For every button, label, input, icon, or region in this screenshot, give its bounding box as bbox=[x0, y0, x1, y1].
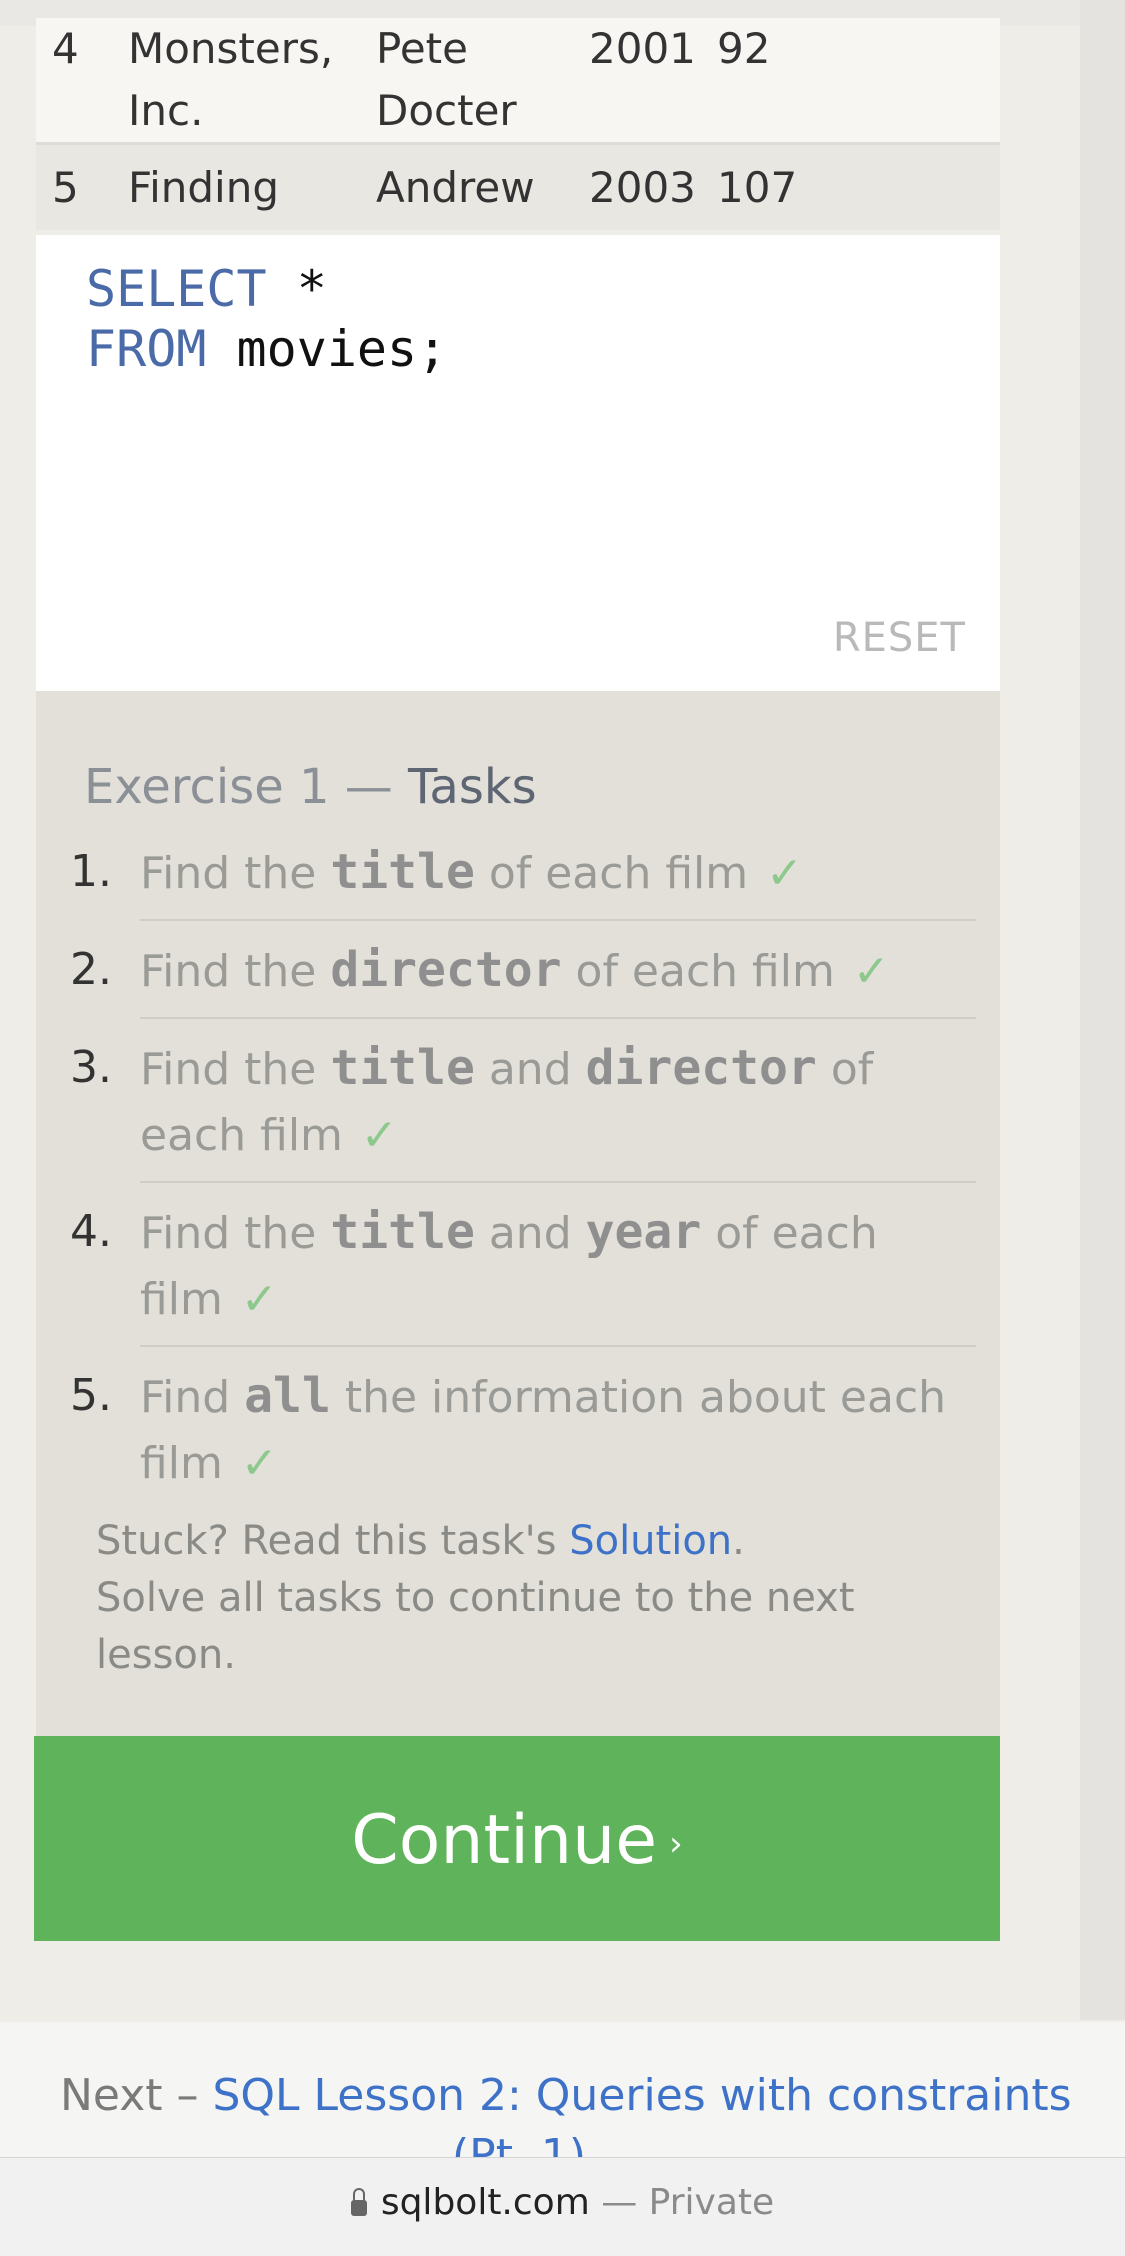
task-number: 1. bbox=[70, 846, 112, 897]
task-text: Find the bbox=[140, 848, 317, 899]
sql-keyword-select: SELECT bbox=[86, 260, 267, 318]
reset-button[interactable]: RESET bbox=[833, 615, 966, 661]
task-number: 5. bbox=[70, 1370, 112, 1421]
check-icon: ✓ bbox=[852, 946, 890, 997]
cell-director-line2: Docter bbox=[376, 86, 517, 135]
task-term: director bbox=[330, 942, 562, 998]
exercise-title: Exercise 1 — Tasks bbox=[84, 759, 537, 815]
check-icon: ✓ bbox=[360, 1110, 398, 1161]
task-term: title bbox=[330, 844, 475, 900]
cell-year: 2001 bbox=[589, 24, 696, 73]
list-item: 2. Find the director of each film ✓ bbox=[36, 937, 1000, 1019]
title-dash: — bbox=[329, 759, 409, 815]
cell-title: Monsters, Inc. bbox=[128, 18, 333, 142]
next-lesson-bar: Next – SQL Lesson 2: Queries with constr… bbox=[0, 2022, 1125, 2181]
next-lesson-link[interactable]: SQL Lesson 2: Queries with constraints bbox=[212, 2070, 1071, 2121]
chevron-right-icon: › bbox=[669, 1824, 683, 1865]
lock-icon bbox=[350, 2188, 367, 2216]
cell-length: 92 bbox=[717, 24, 771, 73]
url-domain: sqlbolt.com bbox=[380, 2182, 590, 2223]
browser-url-bar[interactable]: sqlbolt.com — Private bbox=[0, 2157, 1125, 2256]
task-list: 1. Find the title of each film ✓ 2. Find th… bbox=[36, 839, 1000, 1509]
table-row: 4 Monsters, Inc. Pete Docter 2001 92 bbox=[36, 18, 1000, 145]
check-icon: ✓ bbox=[766, 848, 804, 899]
sql-code[interactable]: SELECT * FROM movies; bbox=[86, 259, 447, 379]
next-prefix: Next – bbox=[60, 2070, 213, 2121]
task-term: all bbox=[244, 1368, 331, 1424]
sql-text: * bbox=[266, 260, 327, 318]
task-term: director bbox=[585, 1040, 817, 1096]
continue-button[interactable]: Continue › bbox=[34, 1736, 1000, 1941]
tasks-heading: Tasks bbox=[408, 759, 537, 815]
page-gutter bbox=[1080, 0, 1125, 2020]
private-label: Private bbox=[648, 2182, 775, 2223]
continue-label: Continue bbox=[351, 1801, 658, 1880]
task-text: of each film bbox=[488, 848, 749, 899]
sql-editor[interactable]: SELECT * FROM movies; RESET bbox=[36, 235, 1000, 691]
cell-id: 5 bbox=[52, 163, 79, 212]
cell-director: Pete Docter bbox=[376, 18, 517, 142]
solution-link[interactable]: Solution bbox=[569, 1518, 732, 1564]
sql-text: movies; bbox=[206, 320, 448, 378]
task-text: of each film bbox=[575, 946, 835, 997]
list-item: 3. Find the title and director of each film ✓ bbox=[36, 1035, 1000, 1183]
results-table: 4 Monsters, Inc. Pete Docter 2001 92 5 F… bbox=[36, 18, 1000, 238]
url-dash: — bbox=[589, 2182, 649, 2223]
task-text: and bbox=[488, 1044, 572, 1095]
cell-length: 107 bbox=[717, 163, 798, 212]
cell-director-line1: Pete bbox=[376, 24, 468, 73]
exercise-panel: Exercise 1 — Tasks 1. Find the title of ea… bbox=[36, 691, 1000, 1736]
check-icon: ✓ bbox=[240, 1274, 278, 1325]
task-text: Find the bbox=[140, 1044, 317, 1095]
cell-year: 2003 bbox=[589, 163, 696, 212]
exercise-number: Exercise 1 bbox=[84, 759, 330, 815]
sql-keyword-from: FROM bbox=[86, 320, 207, 378]
task-number: 4. bbox=[70, 1206, 112, 1257]
list-item: 5. Find all the information about each fil… bbox=[36, 1363, 1000, 1509]
solve-all-text: Solve all tasks to continue to the next … bbox=[96, 1575, 855, 1678]
task-term: title bbox=[330, 1204, 475, 1260]
task-text: and bbox=[488, 1208, 572, 1259]
stuck-end: . bbox=[732, 1518, 745, 1564]
task-number: 3. bbox=[70, 1042, 112, 1093]
task-term: title bbox=[330, 1040, 475, 1096]
cell-director: Andrew bbox=[376, 163, 535, 212]
task-text: Find bbox=[140, 1372, 231, 1423]
cell-title-line1: Monsters, bbox=[128, 24, 334, 73]
help-text: Stuck? Read this task's Solution. Solve … bbox=[96, 1513, 856, 1684]
task-number: 2. bbox=[70, 944, 112, 995]
check-icon: ✓ bbox=[240, 1438, 278, 1489]
task-text: Find the bbox=[140, 1208, 317, 1259]
cell-id: 4 bbox=[52, 24, 79, 73]
cell-title: Finding bbox=[128, 163, 279, 212]
task-term: year bbox=[585, 1204, 702, 1260]
task-text: Find the bbox=[140, 946, 317, 997]
cell-title-line2: Inc. bbox=[128, 86, 204, 135]
table-row: 5 Finding Andrew 2003 107 bbox=[36, 145, 1000, 230]
list-item: 1. Find the title of each film ✓ bbox=[36, 839, 1000, 921]
list-item: 4. Find the title and year of each film ✓ bbox=[36, 1199, 1000, 1347]
stuck-text: Stuck? Read this task's bbox=[96, 1518, 570, 1564]
